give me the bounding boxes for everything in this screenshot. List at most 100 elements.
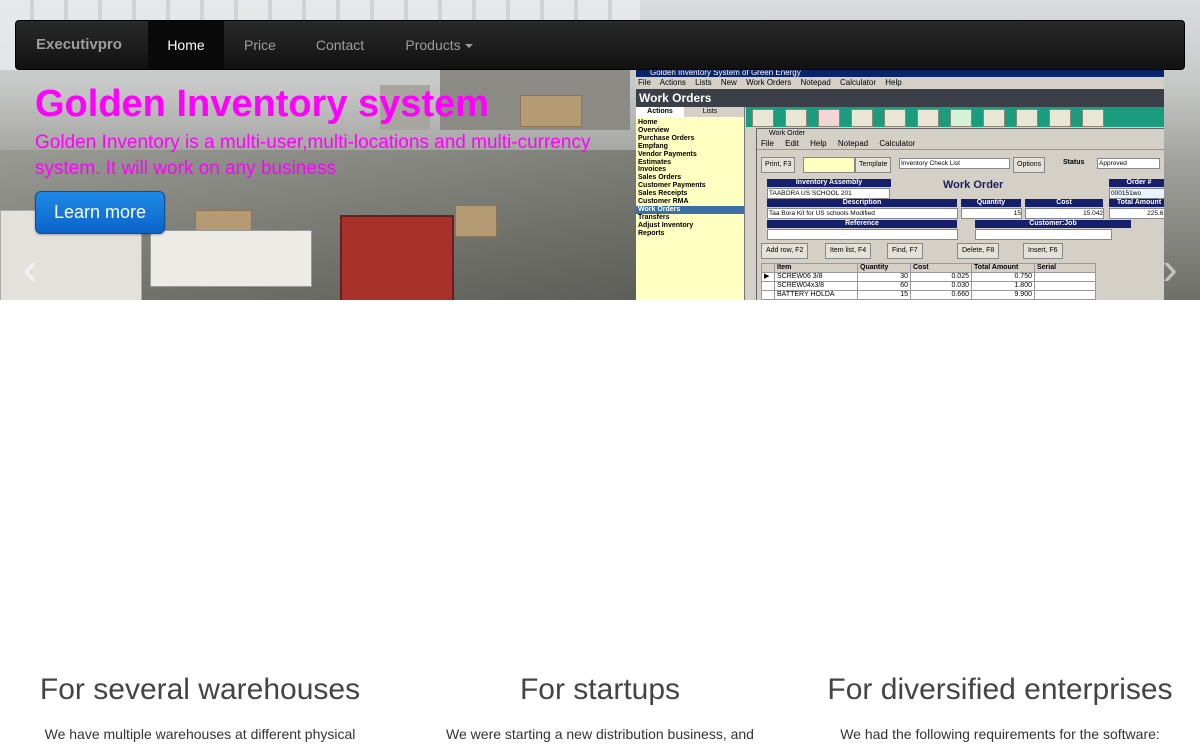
quantity-header: Quantity bbox=[961, 199, 1021, 207]
print-icon bbox=[884, 109, 906, 127]
find-button: Find, F7 bbox=[887, 243, 923, 259]
app-menu-item: New bbox=[720, 78, 737, 87]
template-select: Inventory Check List bbox=[899, 158, 1010, 169]
app-toolbar bbox=[746, 107, 1164, 127]
work-order-menu-item: Calculator bbox=[879, 139, 916, 148]
app-screenshot: Golden Inventory System of Green Energy … bbox=[636, 68, 1164, 300]
assembly-field: TAABORA US SCHOOL 201 bbox=[767, 188, 890, 199]
assembly-header: Inventory Assembly bbox=[767, 179, 891, 187]
customer-job-header: Customer:Job bbox=[975, 220, 1131, 228]
nav-home[interactable]: Home bbox=[148, 21, 224, 69]
table-cell: 0.025 bbox=[910, 272, 972, 282]
table-cell bbox=[761, 281, 775, 291]
work-order-menu-item: Notepad bbox=[837, 139, 869, 148]
table-row: SCREW04x3/8 60 0.030 1.800 bbox=[761, 281, 1096, 291]
feature-text: We have multiple warehouses at different… bbox=[44, 726, 356, 742]
description-header: Description bbox=[767, 199, 957, 207]
app-side-panel: Actions Lists Home Overview Purchase Ord… bbox=[636, 107, 745, 300]
table-cell bbox=[1034, 272, 1096, 282]
app-menu-item: Work Orders bbox=[746, 78, 792, 87]
work-order-title: Work Order bbox=[943, 179, 1004, 191]
document-icon bbox=[752, 109, 774, 127]
app-header: Work Orders bbox=[636, 89, 1164, 107]
print-button: Print, F3 bbox=[761, 157, 796, 173]
feature-heading: For diversified enterprises bbox=[827, 673, 1173, 706]
nav-products-dropdown[interactable]: Products bbox=[384, 21, 494, 69]
stack-icon bbox=[983, 109, 1005, 127]
insert-button: Insert, F6 bbox=[1023, 243, 1063, 259]
app-side-item: Transfers bbox=[638, 213, 670, 221]
work-order-menu-item: Edit bbox=[785, 139, 799, 148]
feature-column-warehouses: For several warehouses We have multiple … bbox=[0, 670, 400, 744]
feature-column-startups: For startups We were starting a new dist… bbox=[400, 670, 800, 744]
description-field: Taa Bora Kit for US schools Modified bbox=[767, 208, 958, 219]
table-cell bbox=[1034, 290, 1096, 300]
app-side-tab: Lists bbox=[702, 108, 718, 115]
app-side-item: Customer RMA bbox=[638, 198, 689, 206]
table-header-cell: Quantity bbox=[857, 263, 911, 273]
carousel-prev-icon[interactable]: ‹ bbox=[15, 243, 45, 293]
hero-title: Golden Inventory system bbox=[35, 83, 490, 125]
table-header-cell: Cost bbox=[910, 263, 972, 273]
nav-price[interactable]: Price bbox=[224, 21, 296, 69]
app-menu-item: Actions bbox=[659, 78, 686, 87]
delete-icon bbox=[818, 109, 840, 127]
app-menu-item: Lists bbox=[695, 78, 712, 87]
cardboard-box bbox=[520, 95, 582, 127]
learn-more-button[interactable]: Learn more bbox=[35, 191, 165, 234]
table-row: BATTERY HOLDA 15 0.660 9.900 bbox=[761, 290, 1096, 300]
work-order-menubar: File Edit Help Notepad Calculator bbox=[757, 139, 1164, 150]
carousel-next-icon[interactable]: › bbox=[1155, 243, 1185, 293]
calculator-icon bbox=[1016, 109, 1038, 127]
cardboard-box bbox=[455, 205, 497, 237]
white-machine bbox=[150, 230, 312, 287]
feature-text: We had the following requirements for th… bbox=[840, 726, 1160, 742]
app-side-list: Home Overview Purchase Orders Empfang Ve… bbox=[636, 119, 744, 238]
app-side-item: Estimates bbox=[638, 158, 672, 166]
table-cell: 60 bbox=[857, 281, 911, 291]
feature-heading: For startups bbox=[519, 673, 681, 706]
list-icon bbox=[1049, 109, 1071, 127]
total-amount-header: Total Amount bbox=[1109, 199, 1164, 207]
work-order-window-title: Work Order bbox=[757, 129, 1164, 139]
search-icon bbox=[851, 109, 873, 127]
app-side-item: Adjust Inventory bbox=[638, 221, 694, 229]
order-number-field: 000151wo bbox=[1109, 188, 1164, 199]
cost-header: Cost bbox=[1025, 199, 1103, 207]
add-icon bbox=[950, 109, 972, 127]
app-menu-item: Calculator bbox=[840, 78, 877, 87]
hero-subtitle: Golden Inventory is a multi-user,multi-l… bbox=[35, 132, 591, 179]
table-cell bbox=[1034, 281, 1096, 291]
options-button: Options bbox=[1013, 157, 1046, 173]
book-icon bbox=[1082, 109, 1104, 127]
brand-link[interactable]: Executivpro bbox=[36, 21, 122, 69]
total-amount-field: 225.63 bbox=[1109, 208, 1164, 219]
table-header-cell: Item bbox=[774, 263, 858, 273]
print-field bbox=[803, 157, 855, 173]
table-cell: 0.030 bbox=[910, 281, 972, 291]
app-side-tab: Actions bbox=[636, 107, 684, 117]
app-menu-item: File bbox=[638, 78, 651, 87]
app-side-item-selected: Work Orders bbox=[636, 205, 744, 214]
app-menubar: File Actions Lists New Work Orders Notep… bbox=[636, 77, 1164, 89]
delete-button: Delete, F8 bbox=[957, 243, 1000, 259]
status-label: Status bbox=[1063, 159, 1085, 166]
quantity-field: 15 bbox=[961, 208, 1022, 219]
table-header-cell: Serial bbox=[1034, 263, 1096, 273]
table-cell: 9.900 bbox=[971, 290, 1035, 300]
red-machine bbox=[340, 215, 454, 300]
nav-contact[interactable]: Contact bbox=[296, 21, 384, 69]
app-menu-item: Help bbox=[885, 78, 902, 87]
table-cell: 0.660 bbox=[910, 290, 972, 300]
table-cell: 15 bbox=[857, 290, 911, 300]
customer-job-field bbox=[975, 229, 1112, 240]
reference-field bbox=[767, 229, 958, 240]
table-cell: SCREW04x3/8 bbox=[774, 281, 858, 291]
table-cell: BATTERY HOLDA bbox=[774, 290, 858, 300]
table-row: ▶ SCREW06 3/8 30 0.025 0.750 bbox=[761, 272, 1096, 282]
table-header-cell bbox=[761, 263, 775, 273]
app-side-item: Home bbox=[638, 119, 658, 126]
add-row-button: Add row, F2 bbox=[761, 243, 809, 259]
app-side-item: Sales Orders bbox=[638, 174, 682, 182]
nav-products-label: Products bbox=[405, 37, 461, 53]
